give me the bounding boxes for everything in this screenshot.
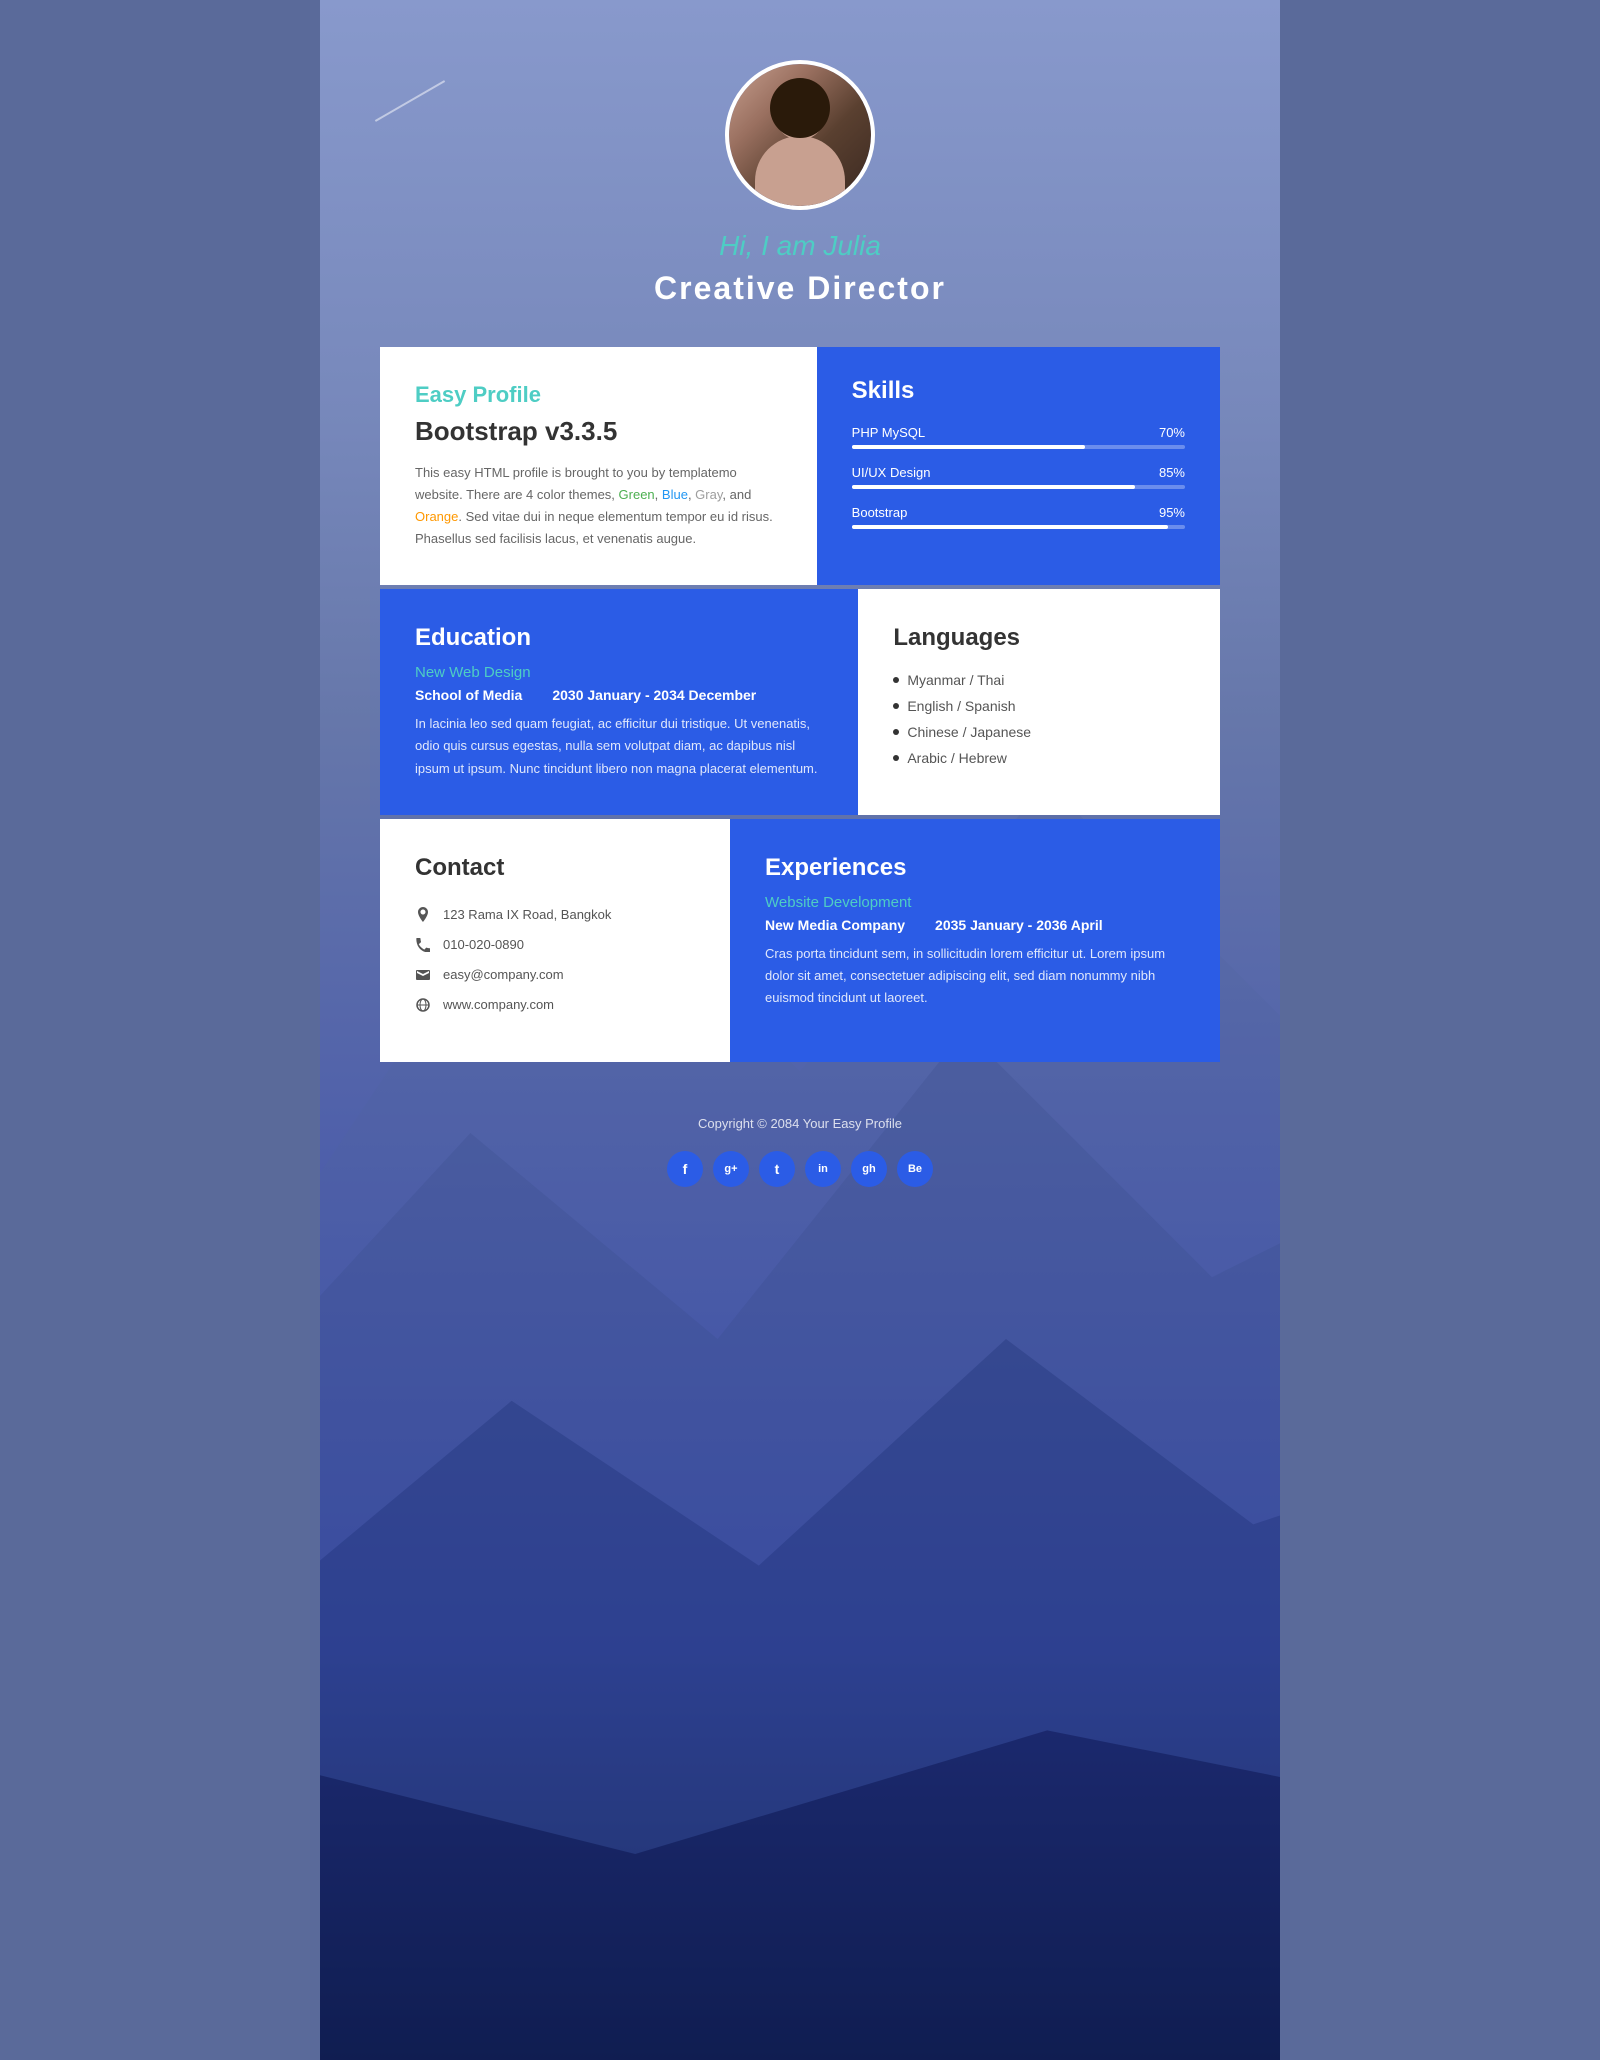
skill-bar-fill-ui bbox=[852, 485, 1135, 489]
social-googleplus[interactable]: g+ bbox=[713, 1151, 749, 1187]
social-twitter[interactable]: t bbox=[759, 1151, 795, 1187]
link-blue[interactable]: Blue bbox=[662, 487, 688, 502]
link-orange[interactable]: Orange bbox=[415, 509, 458, 524]
edu-school: School of Media bbox=[415, 687, 522, 703]
skills-card: Skills PHP MySQL 70% UI/UX Design 85% bbox=[817, 347, 1220, 585]
bootstrap-title: Bootstrap v3.3.5 bbox=[415, 416, 782, 447]
experiences-title: Experiences bbox=[765, 854, 1185, 882]
edu-subtitle: New Web Design bbox=[415, 664, 823, 681]
social-facebook[interactable]: f bbox=[667, 1151, 703, 1187]
contact-address-text: 123 Rama IX Road, Bangkok bbox=[443, 907, 611, 922]
exp-subtitle: Website Development bbox=[765, 894, 1185, 911]
social-icons: f g+ t in gh Be bbox=[320, 1151, 1280, 1187]
experiences-card: Experiences Website Development New Medi… bbox=[730, 819, 1220, 1062]
lang-bullet bbox=[893, 729, 899, 735]
lang-chinese: Chinese / Japanese bbox=[907, 724, 1031, 740]
lang-bullet bbox=[893, 755, 899, 761]
description-text: This easy HTML profile is brought to you… bbox=[415, 462, 782, 550]
skill-name-ui: UI/UX Design bbox=[852, 465, 931, 480]
skill-name-php: PHP MySQL bbox=[852, 425, 925, 440]
contact-email-text: easy@company.com bbox=[443, 967, 564, 982]
content-area: Easy Profile Bootstrap v3.3.5 This easy … bbox=[320, 347, 1280, 1062]
languages-card: Languages Myanmar / Thai English / Spani… bbox=[858, 589, 1220, 814]
edu-description: In lacinia leo sed quam feugiat, ac effi… bbox=[415, 713, 823, 779]
social-github[interactable]: gh bbox=[851, 1151, 887, 1187]
easy-profile-card: Easy Profile Bootstrap v3.3.5 This easy … bbox=[380, 347, 817, 585]
skill-bar-fill-bs bbox=[852, 525, 1169, 529]
exp-company: New Media Company bbox=[765, 917, 905, 933]
location-icon bbox=[415, 907, 431, 923]
lang-myanmar: Myanmar / Thai bbox=[907, 672, 1004, 688]
list-item: Myanmar / Thai bbox=[893, 672, 1185, 688]
phone-icon bbox=[415, 937, 431, 953]
skill-bar-fill-php bbox=[852, 445, 1085, 449]
globe-icon bbox=[415, 997, 431, 1013]
contact-title: Contact bbox=[415, 854, 695, 882]
footer: Copyright © 2084 Your Easy Profile f g+ … bbox=[320, 1066, 1280, 1217]
education-card: Education New Web Design School of Media… bbox=[380, 589, 858, 814]
contact-website-text: www.company.com bbox=[443, 997, 554, 1012]
skill-pct-php: 70% bbox=[1159, 425, 1185, 440]
exp-period: 2035 January - 2036 April bbox=[935, 917, 1103, 933]
header-section: Hi, I am Julia Creative Director bbox=[320, 0, 1280, 347]
exp-description: Cras porta tincidunt sem, in sollicitudi… bbox=[765, 943, 1185, 1009]
skill-pct-bs: 95% bbox=[1159, 505, 1185, 520]
contact-card: Contact 123 Rama IX Road, Bangkok bbox=[380, 819, 730, 1062]
contact-address: 123 Rama IX Road, Bangkok bbox=[415, 907, 695, 923]
list-item: Chinese / Japanese bbox=[893, 724, 1185, 740]
skill-bootstrap: Bootstrap 95% bbox=[852, 505, 1185, 529]
lang-bullet bbox=[893, 677, 899, 683]
list-item: English / Spanish bbox=[893, 698, 1185, 714]
language-list: Myanmar / Thai English / Spanish Chinese… bbox=[893, 672, 1185, 766]
email-icon bbox=[415, 967, 431, 983]
skill-bar-bg-bs bbox=[852, 525, 1185, 529]
lang-bullet bbox=[893, 703, 899, 709]
edu-school-row: School of Media 2030 January - 2034 Dece… bbox=[415, 687, 823, 703]
skills-title: Skills bbox=[852, 377, 1185, 405]
contact-phone-text: 010-020-0890 bbox=[443, 937, 524, 952]
social-behance[interactable]: Be bbox=[897, 1151, 933, 1187]
lang-english: English / Spanish bbox=[907, 698, 1015, 714]
contact-website: www.company.com bbox=[415, 997, 695, 1013]
footer-copyright: Copyright © 2084 Your Easy Profile bbox=[320, 1116, 1280, 1131]
easy-profile-label: Easy Profile bbox=[415, 382, 782, 408]
skill-ui: UI/UX Design 85% bbox=[852, 465, 1185, 489]
education-title: Education bbox=[415, 624, 823, 652]
list-item: Arabic / Hebrew bbox=[893, 750, 1185, 766]
row-3: Contact 123 Rama IX Road, Bangkok bbox=[380, 819, 1220, 1062]
skill-bar-bg-php bbox=[852, 445, 1185, 449]
contact-phone: 010-020-0890 bbox=[415, 937, 695, 953]
greeting-text: Hi, I am Julia bbox=[320, 230, 1280, 262]
link-green[interactable]: Green bbox=[619, 487, 655, 502]
avatar bbox=[725, 60, 875, 210]
role-text: Creative Director bbox=[320, 270, 1280, 307]
skill-name-bs: Bootstrap bbox=[852, 505, 908, 520]
skill-pct-ui: 85% bbox=[1159, 465, 1185, 480]
link-gray[interactable]: Gray bbox=[695, 487, 722, 502]
languages-title: Languages bbox=[893, 624, 1185, 652]
edu-period: 2030 January - 2034 December bbox=[552, 687, 756, 703]
contact-email: easy@company.com bbox=[415, 967, 695, 983]
lang-arabic: Arabic / Hebrew bbox=[907, 750, 1007, 766]
skill-bar-bg-ui bbox=[852, 485, 1185, 489]
social-linkedin[interactable]: in bbox=[805, 1151, 841, 1187]
row-2: Education New Web Design School of Media… bbox=[380, 589, 1220, 814]
exp-company-row: New Media Company 2035 January - 2036 Ap… bbox=[765, 917, 1185, 933]
skill-php: PHP MySQL 70% bbox=[852, 425, 1185, 449]
row-1: Easy Profile Bootstrap v3.3.5 This easy … bbox=[380, 347, 1220, 585]
